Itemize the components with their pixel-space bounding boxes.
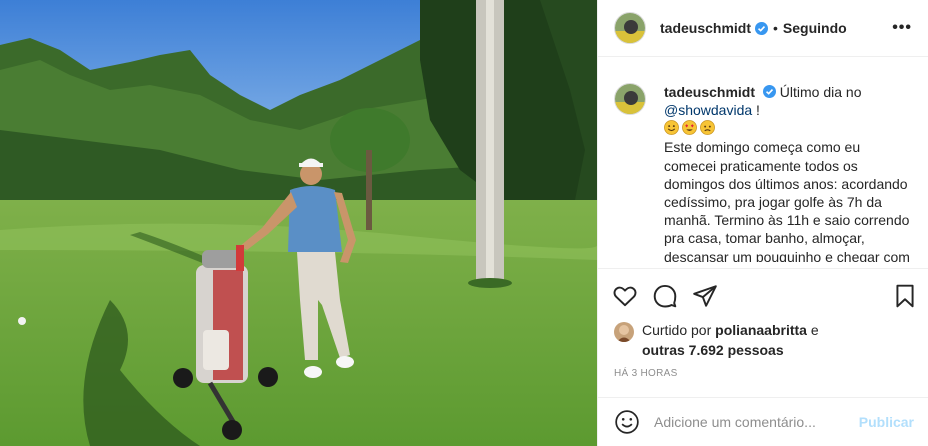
- caption-username[interactable]: tadeuschmidt: [664, 84, 755, 100]
- caption-text: tadeuschmidt Último dia no @showdavida !: [664, 83, 912, 262]
- emoji-row: [664, 120, 912, 138]
- mention-link[interactable]: @showdavida: [664, 102, 752, 118]
- likes-summary: Curtido por polianaabritta e outras 7.69…: [614, 320, 819, 360]
- comment-bubble-icon[interactable]: [652, 283, 678, 309]
- publish-button[interactable]: Publicar: [859, 414, 914, 430]
- post-header: tadeuschmidt • Seguindo •••: [598, 0, 928, 57]
- bookmark-icon[interactable]: [892, 283, 918, 309]
- share-icon[interactable]: [692, 283, 718, 309]
- golf-course-photo: [0, 0, 597, 446]
- avatar[interactable]: [614, 12, 646, 44]
- caption-avatar[interactable]: [614, 83, 646, 115]
- likes-conj: e: [810, 322, 819, 338]
- comment-input[interactable]: [654, 414, 854, 430]
- heart-eyes-icon: [682, 120, 697, 136]
- instagram-post: tadeuschmidt • Seguindo ••• tadeuschmidt: [0, 0, 928, 446]
- caption-exclamation: !: [756, 102, 760, 119]
- liker-username[interactable]: polianaabritta: [715, 322, 807, 338]
- post-timestamp[interactable]: HÁ 3 HORAS: [614, 368, 678, 379]
- worried-face-icon: [700, 120, 715, 136]
- more-options-icon[interactable]: •••: [892, 19, 912, 37]
- liker-avatar[interactable]: [614, 322, 634, 342]
- like-heart-icon[interactable]: [612, 283, 638, 309]
- smiling-face-icon: [664, 120, 679, 136]
- action-bar: [598, 268, 928, 322]
- header-username[interactable]: tadeuschmidt: [660, 20, 751, 36]
- verified-badge-icon: [755, 21, 769, 35]
- emoji-picker-icon[interactable]: [614, 409, 640, 435]
- caption-body: Este domingo começa como eu comecei prat…: [664, 139, 910, 262]
- liker-avatar-image: [614, 322, 634, 342]
- avatar-image: [615, 13, 645, 43]
- follow-status-button[interactable]: Seguindo: [783, 20, 847, 36]
- post-photo[interactable]: [0, 0, 597, 446]
- others-count-link[interactable]: outras 7.692 pessoas: [642, 342, 784, 358]
- avatar-image: [615, 84, 645, 114]
- separator-dot: •: [773, 20, 778, 36]
- liked-by-prefix: Curtido por: [642, 322, 712, 338]
- post-sidebar: tadeuschmidt • Seguindo ••• tadeuschmidt: [597, 0, 928, 446]
- caption-intro: Último dia no: [779, 84, 862, 100]
- verified-badge-icon: [762, 85, 776, 98]
- caption-area: tadeuschmidt Último dia no @showdavida !: [598, 57, 928, 262]
- likes-text: Curtido por polianaabritta e outras 7.69…: [642, 320, 819, 360]
- comment-bar: Publicar: [598, 397, 928, 446]
